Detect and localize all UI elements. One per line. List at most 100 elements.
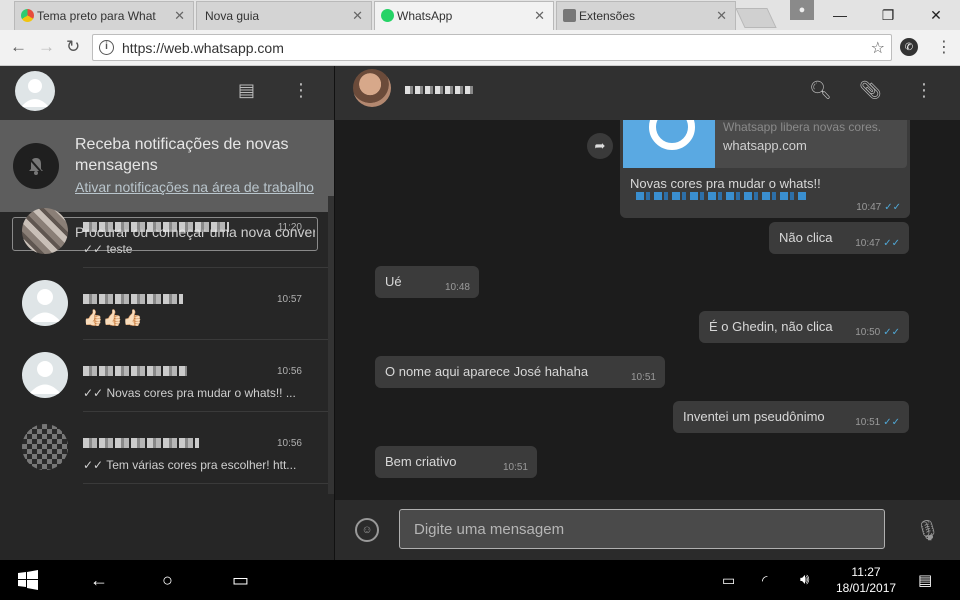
avatar <box>22 424 68 470</box>
back-arrow-icon[interactable]: ← <box>10 37 27 57</box>
tab-extensoes[interactable]: Extensões ✕ <box>556 1 736 30</box>
contact-name-redacted <box>83 222 229 232</box>
default-avatar-icon <box>29 361 61 394</box>
browser-menu-icon[interactable]: ⋮ <box>936 37 952 57</box>
search-icon[interactable]: 🔍︎ <box>809 80 832 101</box>
tab-nova-guia[interactable]: Nova guia ✕ <box>196 1 372 30</box>
chat-preview: ✓✓ teste <box>83 242 133 256</box>
battery-icon[interactable]: ▭ <box>722 572 735 589</box>
tab-whatsapp[interactable]: WhatsApp ✕ <box>374 1 554 30</box>
chat-preview: ✓✓ Novas cores pra mudar o whats!! ... <box>83 386 296 400</box>
avatar[interactable] <box>15 71 55 111</box>
list-item[interactable]: 10:56 ✓✓ Tem várias cores pra escolher! … <box>0 412 328 484</box>
task-view-icon[interactable]: ▭ <box>232 570 249 591</box>
avatar <box>22 280 68 326</box>
address-text: https://web.whatsapp.com <box>122 39 284 56</box>
profile-icon[interactable]: ● <box>790 0 814 20</box>
message-meta: 10:51 ✓✓ <box>855 417 900 428</box>
message-meta: 10:50 ✓✓ <box>855 327 900 338</box>
compose-bar: ☺ 🎙︎ <box>335 500 960 560</box>
close-tab-icon[interactable]: ✕ <box>716 8 727 24</box>
message-incoming[interactable]: Bem criativo 10:51 <box>375 446 537 478</box>
chat-time: 10:57 <box>276 294 302 305</box>
message-meta: 10:48 <box>444 282 470 293</box>
enable-notifications-link[interactable]: Ativar notificações na área de trabalho <box>75 179 314 195</box>
window-controls: — ❐ ✕ <box>816 0 960 30</box>
list-item[interactable]: 11:20 ✓✓ teste <box>0 196 328 268</box>
message-outgoing[interactable]: Não clica 10:47 ✓✓ <box>769 222 909 254</box>
link-preview-card[interactable]: Whatsapp libera novas cores. whatsapp.co… <box>623 120 907 168</box>
message-list: ➦ Whatsapp libera novas cores. whatsapp.… <box>335 120 949 500</box>
puzzle-piece-icon <box>563 9 576 22</box>
new-chat-icon[interactable]: ▤ <box>238 80 255 101</box>
default-avatar-icon <box>21 79 49 107</box>
link-preview-image <box>623 120 715 168</box>
chat-preview: ✓✓ Tem várias cores pra escolher! htt... <box>83 458 297 472</box>
bookmark-star-icon[interactable]: ☆ <box>871 38 885 58</box>
new-tab-button[interactable] <box>735 8 777 28</box>
chat-time: 10:56 <box>276 366 302 377</box>
clock-time: 11:27 <box>851 565 881 579</box>
read-ticks-icon: ✓✓ <box>883 238 900 249</box>
read-ticks-icon: ✓✓ <box>884 202 901 213</box>
windows-start-icon[interactable] <box>18 570 38 595</box>
emoji-icon[interactable]: ☺ <box>355 518 379 542</box>
divider <box>83 483 328 484</box>
list-item[interactable]: 10:57 👍🏻👍🏻👍🏻 <box>0 268 328 340</box>
menu-icon[interactable]: ⋮ <box>292 80 310 101</box>
reload-icon[interactable]: ↻ <box>66 37 80 57</box>
chat-time: 10:56 <box>276 438 302 449</box>
list-item[interactable]: 10:56 ✓✓ Novas cores pra mudar o whats!!… <box>0 340 328 412</box>
microphone-icon[interactable]: 🎙︎ <box>915 518 940 543</box>
message-outgoing[interactable]: Whatsapp libera novas cores. whatsapp.co… <box>620 120 910 218</box>
message-incoming[interactable]: O nome aqui aparece José hahaha 10:51 <box>375 356 665 388</box>
avatar[interactable] <box>353 69 391 107</box>
message-text: É o Ghedin, não clica <box>709 319 833 334</box>
tab-tema-preto[interactable]: Tema preto para What ✕ <box>14 1 194 30</box>
system-clock[interactable]: 11:27 18/01/2017 <box>836 564 896 596</box>
home-circle-icon[interactable]: ○ <box>162 570 173 591</box>
link-preview-domain: whatsapp.com <box>723 138 807 153</box>
volume-icon[interactable]: 🔊︎ <box>800 571 809 588</box>
message-meta: 10:47 ✓✓ <box>855 238 900 249</box>
site-info-icon[interactable]: i <box>99 40 114 55</box>
close-tab-icon[interactable]: ✕ <box>534 8 545 24</box>
bell-muted-icon <box>13 143 59 189</box>
sidebar-header: ▤ ⋮ <box>0 66 334 120</box>
contact-name-redacted <box>83 366 187 376</box>
attach-paperclip-icon[interactable]: 📎︎ <box>859 80 882 101</box>
message-meta: 10:51 <box>630 372 656 383</box>
menu-icon[interactable]: ⋮ <box>915 80 933 101</box>
whatsapp-extension-icon[interactable]: ✆ <box>900 38 918 56</box>
redacted-link[interactable] <box>636 192 808 200</box>
browser-toolbar: ← → ↻ i https://web.whatsapp.com ☆ ✆ ⋮ <box>0 30 960 66</box>
message-incoming[interactable]: Ué 10:48 <box>375 266 479 298</box>
close-tab-icon[interactable]: ✕ <box>352 8 363 24</box>
conversation-header[interactable]: 🔍︎ 📎︎ ⋮ <box>335 66 960 120</box>
contact-name-redacted <box>83 294 183 304</box>
avatar <box>22 208 68 254</box>
minimize-icon[interactable]: — <box>816 0 864 30</box>
taskbar: ← ○ ▭ ▭ ◜ 🔊︎ 11:27 18/01/2017 ▤ <box>0 560 960 600</box>
link-preview-description: Whatsapp libera novas cores. <box>723 120 882 134</box>
default-avatar-icon <box>29 289 61 322</box>
back-arrow-icon[interactable]: ← <box>90 570 108 591</box>
address-bar[interactable]: i https://web.whatsapp.com ☆ <box>92 34 892 61</box>
message-text: Não clica <box>779 230 833 245</box>
message-input[interactable] <box>399 509 885 549</box>
action-center-icon[interactable]: ▤ <box>918 571 932 589</box>
forward-icon[interactable]: ➦ <box>587 133 613 159</box>
contact-name-redacted <box>405 86 475 94</box>
chat-preview: 👍🏻👍🏻👍🏻 <box>83 310 143 327</box>
close-window-icon[interactable]: ✕ <box>912 0 960 30</box>
message-outgoing[interactable]: É o Ghedin, não clica 10:50 ✓✓ <box>699 311 909 343</box>
forward-arrow-icon[interactable]: → <box>38 37 55 57</box>
restore-icon[interactable]: ❐ <box>864 0 912 30</box>
message-text: Ué <box>385 274 402 289</box>
clock-date: 18/01/2017 <box>836 581 897 595</box>
message-outgoing[interactable]: Inventei um pseudônimo 10:51 ✓✓ <box>673 401 909 433</box>
message-meta: 10:47 ✓✓ <box>856 202 901 213</box>
chat-list: 11:20 ✓✓ teste 10:57 👍🏻👍🏻👍🏻 10:56 ✓✓ Nov… <box>0 196 328 494</box>
wifi-icon[interactable]: ◜ <box>762 572 767 589</box>
close-tab-icon[interactable]: ✕ <box>174 8 185 24</box>
